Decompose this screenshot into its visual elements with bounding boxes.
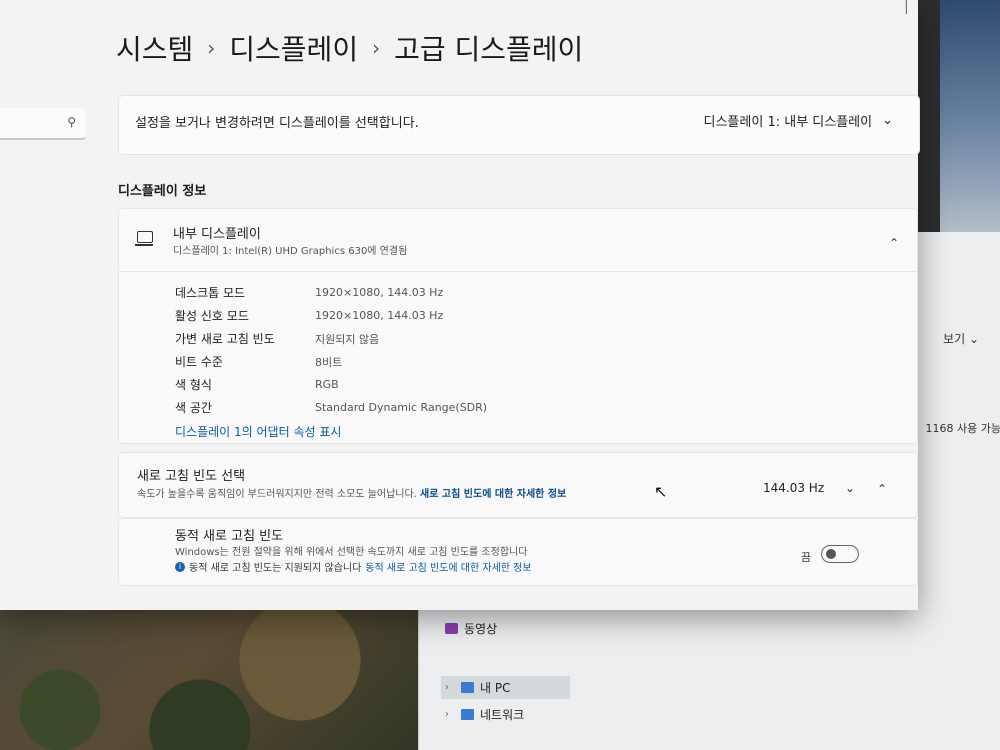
- dynamic-refresh-note: i 동적 새로 고침 빈도는 지원되지 않습니다 동적 새로 고침 빈도에 대한…: [175, 559, 532, 574]
- search-icon: ⚲: [67, 115, 76, 129]
- pc-icon: [461, 682, 474, 693]
- dynamic-refresh-title: 동적 새로 고침 빈도: [175, 529, 284, 544]
- chevron-up-icon[interactable]: ⌃: [877, 482, 887, 496]
- dynamic-refresh-description: Windows는 전원 절약을 위해 위에서 선택한 속도까지 새로 고침 빈도…: [175, 547, 528, 558]
- chevron-right-icon[interactable]: ›: [445, 682, 449, 693]
- refresh-rate-title: 새로 고침 빈도 선택: [137, 469, 246, 484]
- nav-item-this-pc[interactable]: › 내 PC: [441, 676, 571, 699]
- settings-search-input[interactable]: ⚲: [0, 108, 86, 140]
- info-row: 가변 새로 고침 빈도 지원되지 않음: [175, 332, 380, 346]
- nav-item-network[interactable]: › 네트워크: [445, 706, 524, 723]
- display-info-rows: 데스크톱 모드 1920×1080, 144.03 Hz 활성 신호 모드 19…: [175, 281, 487, 419]
- info-row: 활성 신호 모드 1920×1080, 144.03 Hz: [175, 309, 444, 323]
- display-select-card: 설정을 보거나 변경하려면 디스플레이를 선택합니다. 디스플레이 1: 내부 …: [118, 95, 920, 155]
- refresh-rate-description: 속도가 높을수록 움직임이 부드러워지지만 전력 소모도 늘어납니다. 새로 고…: [137, 489, 567, 500]
- info-icon: i: [175, 561, 185, 572]
- display-select-label: 설정을 보거나 변경하려면 디스플레이를 선택합니다.: [135, 116, 419, 131]
- chevron-down-icon: ⌄: [844, 481, 855, 495]
- info-row: 비트 수준 8비트: [175, 355, 343, 369]
- toggle-state-label: 끔: [800, 551, 811, 564]
- breadcrumb-display[interactable]: 디스플레이: [229, 28, 358, 68]
- breadcrumb-separator: ›: [207, 36, 216, 60]
- display-info-title: 내부 디스플레이: [173, 227, 261, 242]
- settings-window: │ ⚲ 시스템 › 디스플레이 › 고급 디스플레이 설정을 보거나 변경하려면…: [0, 0, 920, 610]
- monitor-icon: [135, 231, 153, 246]
- desktop-sky: [940, 0, 1000, 240]
- close-window-button[interactable]: │: [903, 0, 910, 14]
- display-info-card: 내부 디스플레이 디스플레이 1: Intel(R) UHD Graphics …: [118, 208, 918, 444]
- breadcrumb: 시스템 › 디스플레이 › 고급 디스플레이: [116, 28, 583, 68]
- chevron-up-icon[interactable]: ⌃: [889, 236, 899, 250]
- display-info-section-title: 디스플레이 정보: [118, 184, 207, 199]
- info-row: 색 형식 RGB: [175, 378, 339, 392]
- refresh-rate-dropdown[interactable]: 144.03 Hz ⌄: [753, 475, 865, 501]
- view-button[interactable]: 보기 ⌄: [943, 330, 979, 347]
- mouse-cursor-icon: ↖: [654, 482, 668, 501]
- display-info-header[interactable]: 내부 디스플레이 디스플레이 1: Intel(R) UHD Graphics …: [119, 209, 917, 272]
- dynamic-refresh-card: 동적 새로 고침 빈도 Windows는 전원 절약을 위해 위에서 선택한 속…: [118, 518, 918, 586]
- refresh-rate-info-link[interactable]: 새로 고침 빈도에 대한 자세한 정보: [420, 489, 566, 500]
- video-folder-icon: [445, 623, 458, 634]
- nav-item-videos[interactable]: 동영상: [445, 620, 497, 637]
- desktop-wallpaper: [0, 590, 430, 750]
- breadcrumb-system[interactable]: 시스템: [116, 28, 193, 68]
- breadcrumb-separator: ›: [372, 36, 381, 60]
- display-select-dropdown[interactable]: 디스플레이 1: 내부 디스플레이 ⌄: [704, 111, 893, 130]
- adapter-properties-link[interactable]: 디스플레이 1의 어댑터 속성 표시: [175, 423, 341, 440]
- display-info-subtitle: 디스플레이 1: Intel(R) UHD Graphics 630에 연결됨: [173, 246, 408, 257]
- info-row: 데스크톱 모드 1920×1080, 144.03 Hz: [175, 286, 444, 300]
- chevron-right-icon[interactable]: ›: [445, 709, 449, 720]
- chevron-down-icon: ⌄: [882, 113, 893, 128]
- refresh-rate-card: 새로 고침 빈도 선택 속도가 높을수록 움직임이 부드러워지지만 전력 소모도…: [118, 452, 918, 518]
- dynamic-refresh-info-link[interactable]: 동적 새로 고침 빈도에 대한 자세한 정보: [365, 559, 531, 574]
- dynamic-refresh-toggle[interactable]: [821, 545, 859, 563]
- breadcrumb-advanced-display: 고급 디스플레이: [394, 33, 584, 66]
- network-icon: [461, 709, 474, 720]
- info-row: 색 공간 Standard Dynamic Range(SDR): [175, 401, 488, 415]
- storage-usage-text: 1168 사용 가능: [925, 422, 1000, 435]
